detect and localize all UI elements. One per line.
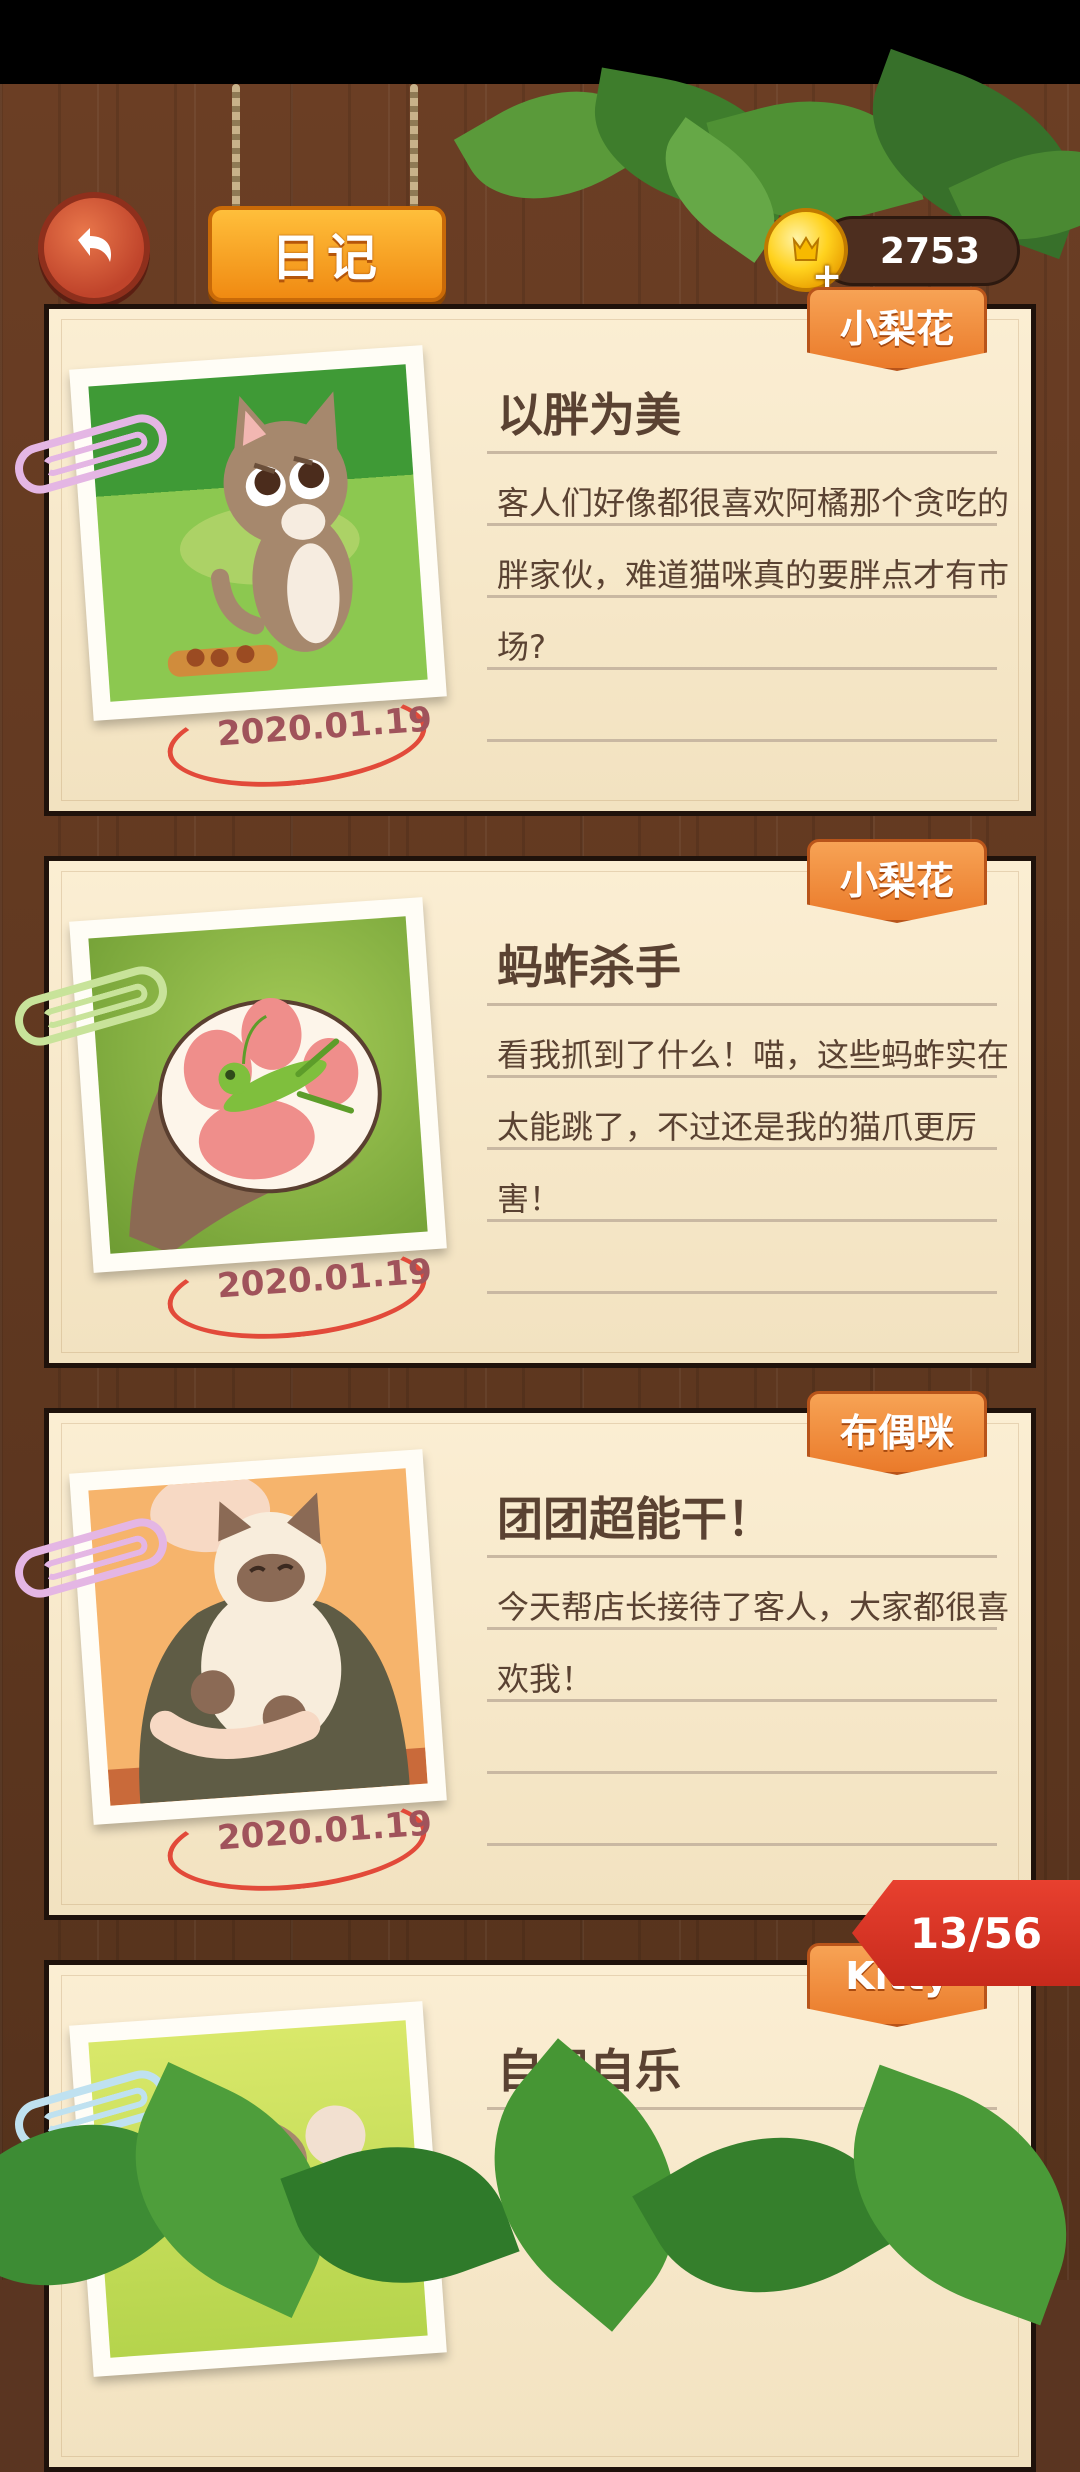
bottom-leaves [0,2038,1080,2344]
page-title: 日记 [271,229,383,287]
diary-card[interactable]: 布偶咪 2020.01.19 团团超能干！ 今天帮店长接待了客人，大家都很喜欢我… [9,1391,1036,1920]
diary-photo[interactable] [69,345,447,721]
cat-name-tag: 布偶咪 [807,1391,987,1475]
coin-amount: 2753 [879,230,981,272]
cat-name: 布偶咪 [839,1411,954,1455]
entry-title: 团团超能干！ [497,1492,773,1546]
rule-line [487,1555,997,1558]
diary-photo[interactable] [69,897,447,1273]
diary-card[interactable]: 小梨花 2020.01.19 蚂蚱杀手 看我抓到了什么！喵，这些蚂蚱实在太能跳了… [9,839,1036,1368]
cat-name: 小梨花 [839,307,954,351]
rule-line [487,1003,997,1006]
rule-line [487,739,997,742]
entry-body: 看我抓到了什么！喵，这些蚂蚱实在太能跳了，不过还是我的猫爪更厉害！ [497,1036,1010,1218]
diary-photo[interactable] [69,1449,447,1825]
back-arrow-icon [64,216,124,280]
entry-title: 以胖为美 [497,388,681,442]
title-plank: 日记 [208,206,446,302]
entry-title: 蚂蚱杀手 [497,940,681,994]
cat-name: 小梨花 [839,859,954,903]
back-button[interactable] [38,192,150,304]
cat-name-tag: 小梨花 [807,839,987,923]
rule-line [487,451,997,454]
coin-counter: 2753 [818,216,1020,286]
diary-card[interactable]: 小梨花 2020.01.19 以胖为美 客人们好像都很喜欢阿橘那个贪吃的胖家伙，… [9,287,1036,816]
entry-body: 客人们好像都很喜欢阿橘那个贪吃的胖家伙，难道猫咪真的要胖点才有市场? [497,484,1010,666]
page-count: 13/56 [909,1908,1043,1958]
page-indicator: 13/56 [852,1880,1080,1986]
rule-line [487,1771,997,1774]
rule-line [487,1843,997,1846]
rope-right [410,84,418,214]
entry-body: 今天帮店长接待了客人，大家都很喜欢我！ [497,1588,1010,1698]
rope-left [232,84,240,214]
rule-line [487,1291,997,1294]
cat-name-tag: 小梨花 [807,287,987,371]
